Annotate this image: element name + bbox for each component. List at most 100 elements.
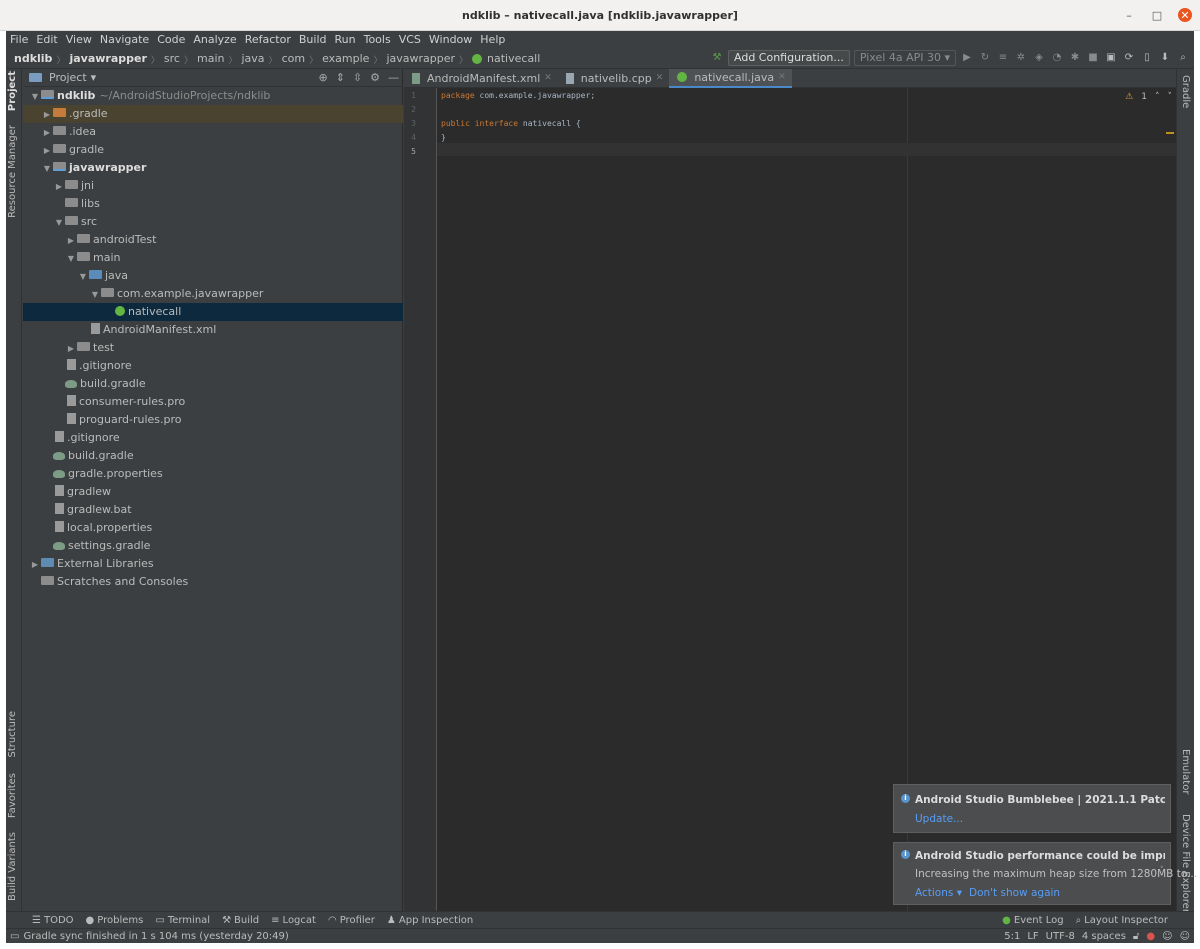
menu-refactor[interactable]: Refactor [241,31,295,49]
tree-item[interactable]: ▼ javawrapper [23,159,403,177]
chevron-right-icon[interactable]: ▶ [65,232,77,250]
build-tool-tab[interactable]: ⚒ Build [216,912,265,929]
tree-item[interactable]: ▶ androidTest [23,231,403,249]
file-encoding[interactable]: UTF-8 [1046,931,1075,942]
smiley-icon[interactable]: ☺ [1162,931,1172,942]
avd-manager-icon[interactable]: ▯ [1140,51,1154,65]
locate-icon[interactable]: ⊕ [318,71,327,84]
tree-item[interactable]: ▶ External Libraries [23,555,403,573]
tree-item[interactable]: ▶ jni [23,177,403,195]
menu-view[interactable]: View [62,31,96,49]
update-link[interactable]: Update... [915,813,963,825]
tree-item[interactable]: ▶ .gradle [23,105,403,123]
tab-nativecall[interactable]: nativecall.java ✕ [669,68,792,88]
favorites-tool-tab[interactable]: Favorites [7,773,18,818]
chevron-down-icon[interactable]: ˅ [1160,866,1165,876]
rerun-icon[interactable]: ↻ [978,51,992,65]
tree-item[interactable]: ▶ test [23,339,403,357]
logcat-tool-tab[interactable]: ≡ Logcat [265,912,322,929]
attach-debugger-icon[interactable]: ✱ [1068,51,1082,65]
run-icon[interactable]: ▶ [960,51,974,65]
sdk-manager-icon[interactable]: ⬇ [1158,51,1172,65]
dont-show-again-link[interactable]: Don't show again [969,887,1060,899]
coverage-icon[interactable]: ◈ [1032,51,1046,65]
minimize-icon[interactable]: – [1122,8,1136,22]
chevron-down-icon[interactable]: ▼ [29,88,41,106]
tree-item[interactable]: ▼ com.example.javawrapper [23,285,403,303]
terminal-tool-tab[interactable]: ▭ Terminal [149,912,216,929]
tree-item[interactable]: AndroidManifest.xml [23,321,403,339]
close-icon[interactable]: ✕ [656,69,664,88]
chevron-down-icon[interactable]: ▼ [41,160,53,178]
tree-item[interactable]: local.properties [23,519,403,537]
tree-item[interactable]: settings.gradle [23,537,403,555]
search-icon[interactable]: ⌕ [1176,51,1190,65]
chevron-right-icon[interactable]: ▶ [29,556,41,574]
tree-item[interactable]: build.gradle [23,375,403,393]
warning-stripe-mark[interactable] [1166,132,1174,134]
breadcrumb-item[interactable]: javawrapper [67,49,148,69]
tree-item[interactable]: build.gradle [23,447,403,465]
hide-icon[interactable]: — [388,71,399,84]
todo-tool-tab[interactable]: ☰ TODO [26,912,80,929]
problems-tool-tab[interactable]: ● Problems [80,912,150,929]
app-inspection-tool-tab[interactable]: ♟ App Inspection [381,912,479,929]
chevron-down-icon[interactable]: ▼ [77,268,89,286]
menu-window[interactable]: Window [425,31,476,49]
breadcrumb-item[interactable]: javawrapper [384,49,457,69]
tree-item[interactable]: ▼ ndklib ~/AndroidStudioProjects/ndklib [23,87,403,105]
event-log-tool-tab[interactable]: ● Event Log [996,912,1069,929]
structure-tool-tab[interactable]: Structure [7,711,18,758]
line-separator[interactable]: LF [1027,931,1038,942]
chevron-right-icon[interactable]: ▶ [41,106,53,124]
collapse-all-icon[interactable]: ⇳ [353,71,362,84]
menu-edit[interactable]: Edit [32,31,61,49]
tree-item[interactable]: ▼ java [23,267,403,285]
tree-item[interactable]: libs [23,195,403,213]
tree-item[interactable]: gradlew.bat [23,501,403,519]
profiler-tool-tab[interactable]: ◠ Profiler [322,912,381,929]
gradle-tool-tab[interactable]: Gradle [1180,75,1191,108]
add-configuration-button[interactable]: Add Configuration... [728,50,850,66]
lock-icon[interactable]: 🔓︎ [1133,931,1139,942]
tree-item[interactable]: gradle.properties [23,465,403,483]
tree-item[interactable]: proguard-rules.pro [23,411,403,429]
profile-icon[interactable]: ◔ [1050,51,1064,65]
smiley-icon[interactable]: ☺ [1180,931,1190,942]
emulator-tool-tab[interactable]: Emulator [1180,749,1191,794]
expand-all-icon[interactable]: ⇕ [336,71,345,84]
breadcrumb-item[interactable]: src [162,49,182,69]
menu-run[interactable]: Run [331,31,360,49]
error-icon[interactable]: ● [1146,931,1155,942]
resource-manager-tool-tab[interactable]: Resource Manager [7,125,18,218]
tree-item[interactable]: ▼ src [23,213,403,231]
menu-vcs[interactable]: VCS [395,31,425,49]
chevron-down-icon[interactable]: ▼ [65,250,77,268]
menu-navigate[interactable]: Navigate [96,31,153,49]
chevron-right-icon[interactable]: ▶ [41,142,53,160]
breadcrumb-item[interactable]: com [280,49,308,69]
project-tool-tab[interactable]: Project [7,71,18,111]
menu-code[interactable]: Code [153,31,189,49]
breadcrumb-item[interactable]: main [195,49,226,69]
debug-icon[interactable]: ✲ [1014,51,1028,65]
tree-item[interactable]: consumer-rules.pro [23,393,403,411]
chevron-up-icon[interactable]: ˄ [1155,92,1160,102]
menu-analyze[interactable]: Analyze [189,31,240,49]
tree-item[interactable]: nativecall [23,303,403,321]
layout-inspector-tool-tab[interactable]: ⌕ Layout Inspector [1070,912,1174,929]
menu-file[interactable]: File [6,31,32,49]
caret-position[interactable]: 5:1 [1004,931,1020,942]
build-variants-tool-tab[interactable]: Build Variants [7,832,18,901]
breadcrumb-item[interactable]: java [239,49,266,69]
tree-item[interactable]: ▶ gradle [23,141,403,159]
close-icon[interactable]: ✕ [778,68,786,87]
actions-link[interactable]: Actions ▾ [915,887,962,899]
chevron-right-icon[interactable]: ▶ [65,340,77,358]
inspection-widget[interactable]: ⚠ 1 ˄ ˅ [1125,92,1172,102]
hammer-icon[interactable]: ⚒ [710,51,724,65]
breadcrumb-item[interactable]: example [320,49,371,69]
device-file-explorer-tool-tab[interactable]: Device File Explorer [1180,814,1191,913]
chevron-down-icon[interactable]: ▼ [89,286,101,304]
apply-changes-icon[interactable]: ≡ [996,51,1010,65]
